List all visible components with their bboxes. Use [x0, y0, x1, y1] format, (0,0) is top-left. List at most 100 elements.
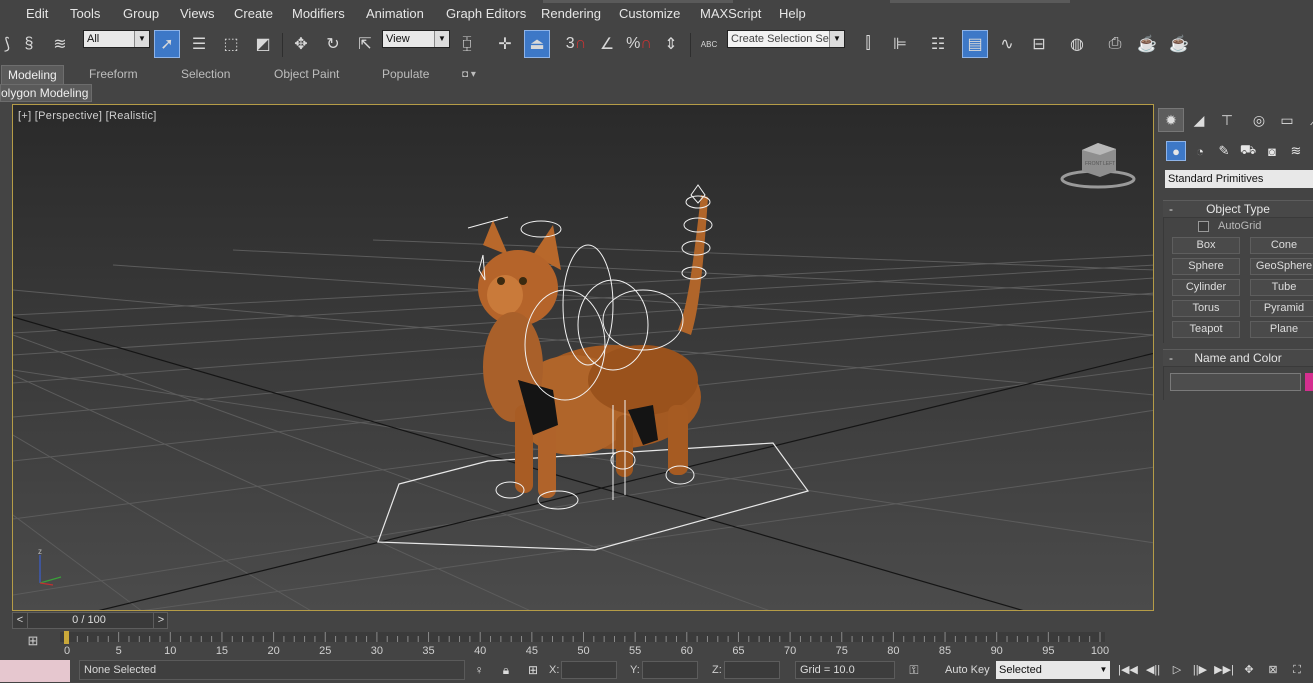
- play-icon[interactable]: ▷: [1166, 661, 1188, 679]
- modify-tab-icon[interactable]: ◢: [1186, 108, 1212, 132]
- maxscript-listener-mini[interactable]: [0, 660, 70, 682]
- key-filter-dropdown[interactable]: Selected ▼: [996, 661, 1110, 679]
- schematic-view-icon[interactable]: ⊟: [1026, 30, 1052, 58]
- viewport-label-menu[interactable]: [+] [Perspective] [Realistic]: [18, 110, 157, 122]
- time-slider-next[interactable]: >: [153, 613, 168, 628]
- named-selection-set-input[interactable]: Create Selection Se ▼: [727, 30, 845, 48]
- geometry-category-icon[interactable]: ●: [1166, 141, 1186, 161]
- maximize-viewport-icon[interactable]: ⛶: [1286, 661, 1308, 679]
- viewcube[interactable]: FRONT LEFT: [1060, 143, 1136, 189]
- go-to-start-icon[interactable]: |◀◀: [1117, 661, 1139, 679]
- layer-manager-icon[interactable]: ☷: [925, 30, 951, 58]
- object-color-swatch[interactable]: [1305, 373, 1313, 391]
- bind-spacewarp-icon[interactable]: ≋: [47, 30, 73, 58]
- select-and-move-icon[interactable]: ✥: [288, 30, 314, 58]
- reference-coordinate-dropdown[interactable]: View ▼: [382, 30, 450, 48]
- auto-key-button[interactable]: Auto Key: [945, 664, 990, 676]
- previous-frame-icon[interactable]: ◀||: [1142, 661, 1164, 679]
- tube-button[interactable]: Tube: [1250, 279, 1313, 296]
- ground-helper-shape[interactable]: [377, 442, 809, 551]
- tab-object-paint[interactable]: Object Paint: [268, 65, 345, 84]
- cylinder-button[interactable]: Cylinder: [1172, 279, 1240, 296]
- go-to-end-icon[interactable]: ▶▶|: [1213, 661, 1235, 679]
- tab-modeling[interactable]: Modeling: [1, 65, 64, 85]
- lights-category-icon[interactable]: ✎: [1214, 141, 1234, 161]
- cone-button[interactable]: Cone: [1250, 237, 1313, 254]
- select-and-scale-icon[interactable]: ⇱: [352, 30, 378, 58]
- scene-explorer-icon[interactable]: ▤: [962, 30, 988, 58]
- unlink-icon[interactable]: §: [16, 30, 42, 58]
- box-button[interactable]: Box: [1172, 237, 1240, 254]
- sphere-button[interactable]: Sphere: [1172, 258, 1240, 275]
- current-frame-marker[interactable]: [64, 631, 69, 644]
- ribbon-panel-polygon-modeling[interactable]: olygon Modeling: [0, 84, 92, 102]
- helpers-category-icon[interactable]: ◙: [1262, 141, 1282, 161]
- percent-snap-icon[interactable]: % ∩: [626, 30, 652, 58]
- tab-selection[interactable]: Selection: [175, 65, 236, 84]
- menu-graph-editors[interactable]: Graph Editors: [446, 6, 526, 21]
- display-tab-icon[interactable]: ▭: [1274, 108, 1300, 132]
- tab-populate[interactable]: Populate: [376, 65, 435, 84]
- snaps-toggle-icon[interactable]: 3 ∩: [563, 30, 589, 58]
- absolute-mode-icon[interactable]: ⊞: [524, 661, 542, 679]
- menu-tools[interactable]: Tools: [70, 6, 100, 21]
- align-icon[interactable]: ⊫: [887, 30, 913, 58]
- select-and-rotate-icon[interactable]: ↻: [320, 30, 346, 58]
- material-editor-icon[interactable]: ◍: [1064, 30, 1090, 58]
- menu-animation[interactable]: Animation: [366, 6, 424, 21]
- rectangular-selection-icon[interactable]: ⬚: [218, 30, 244, 58]
- isolate-selection-icon[interactable]: ♀: [470, 661, 488, 679]
- object-type-rollout-header[interactable]: - Object Type: [1163, 200, 1313, 218]
- torus-button[interactable]: Torus: [1172, 300, 1240, 317]
- object-name-input[interactable]: [1170, 373, 1301, 391]
- zoom-extents-icon[interactable]: ⊠: [1262, 661, 1284, 679]
- autogrid-checkbox[interactable]: [1198, 221, 1209, 232]
- selection-lock-icon[interactable]: 🔒︎: [497, 661, 515, 679]
- menu-views[interactable]: Views: [180, 6, 214, 21]
- menu-customize[interactable]: Customize: [619, 6, 680, 21]
- menu-group[interactable]: Group: [123, 6, 159, 21]
- z-coord-field[interactable]: [724, 661, 780, 679]
- curve-editor-icon[interactable]: ∿: [994, 30, 1020, 58]
- motion-tab-icon[interactable]: ◎: [1246, 108, 1272, 132]
- key-icon[interactable]: ⚿: [905, 661, 923, 679]
- plane-button[interactable]: Plane: [1250, 321, 1313, 338]
- spinner-snap-icon[interactable]: ⇕: [658, 30, 684, 58]
- perspective-viewport[interactable]: FRONT LEFT z [+] [Perspective] [Realisti…: [12, 104, 1154, 611]
- shapes-category-icon[interactable]: ◔: [1190, 141, 1210, 161]
- cameras-category-icon[interactable]: ⛟: [1238, 141, 1258, 161]
- menu-create[interactable]: Create: [234, 6, 273, 21]
- select-by-name-icon[interactable]: ☰: [186, 30, 212, 58]
- x-coord-field[interactable]: [561, 661, 617, 679]
- window-crossing-icon[interactable]: ◩: [250, 30, 276, 58]
- object-category-dropdown[interactable]: Standard Primitives: [1165, 170, 1313, 188]
- mirror-icon[interactable]: ⫿: [855, 30, 881, 58]
- create-tab-icon[interactable]: ✹: [1158, 108, 1184, 132]
- ribbon-options-icon[interactable]: ◘ ▾: [456, 65, 482, 84]
- pivot-center-icon[interactable]: ⧮: [454, 30, 480, 58]
- render-setup-icon[interactable]: ⎙: [1102, 30, 1128, 58]
- menu-modifiers[interactable]: Modifiers: [292, 6, 345, 21]
- next-frame-icon[interactable]: ||▶: [1189, 661, 1211, 679]
- geosphere-button[interactable]: GeoSphere: [1250, 258, 1313, 275]
- select-manipulate-icon[interactable]: ✛: [492, 30, 518, 58]
- hierarchy-tab-icon[interactable]: ⊤: [1214, 108, 1240, 132]
- track-bar[interactable]: ⊞ 0 5 10 15 20 25 30 35 40 45 50 55 60 65 70 75 80 85 90 95…: [0, 630, 1313, 658]
- menu-edit[interactable]: Edit: [26, 6, 48, 21]
- teapot-button[interactable]: Teapot: [1172, 321, 1240, 338]
- menu-help[interactable]: Help: [779, 6, 806, 21]
- edit-named-selection-icon[interactable]: ABC: [696, 30, 722, 58]
- name-and-color-rollout-header[interactable]: - Name and Color: [1163, 349, 1313, 367]
- angle-snap-icon[interactable]: ∠: [594, 30, 620, 58]
- keyboard-shortcut-override-icon[interactable]: ⏏: [524, 30, 550, 58]
- y-coord-field[interactable]: [642, 661, 698, 679]
- rendered-frame-window-icon[interactable]: ☕: [1134, 30, 1160, 58]
- tab-freeform[interactable]: Freeform: [83, 65, 144, 84]
- render-production-icon[interactable]: ☕: [1166, 30, 1192, 58]
- time-configuration-icon[interactable]: ✥: [1238, 661, 1260, 679]
- spacewarps-category-icon[interactable]: ≋: [1286, 141, 1306, 161]
- utilities-tab-icon[interactable]: ⟋: [1302, 108, 1313, 132]
- time-slider-prev[interactable]: <: [13, 613, 28, 628]
- select-object-icon[interactable]: ➚: [154, 30, 180, 58]
- menu-rendering[interactable]: Rendering: [541, 6, 601, 21]
